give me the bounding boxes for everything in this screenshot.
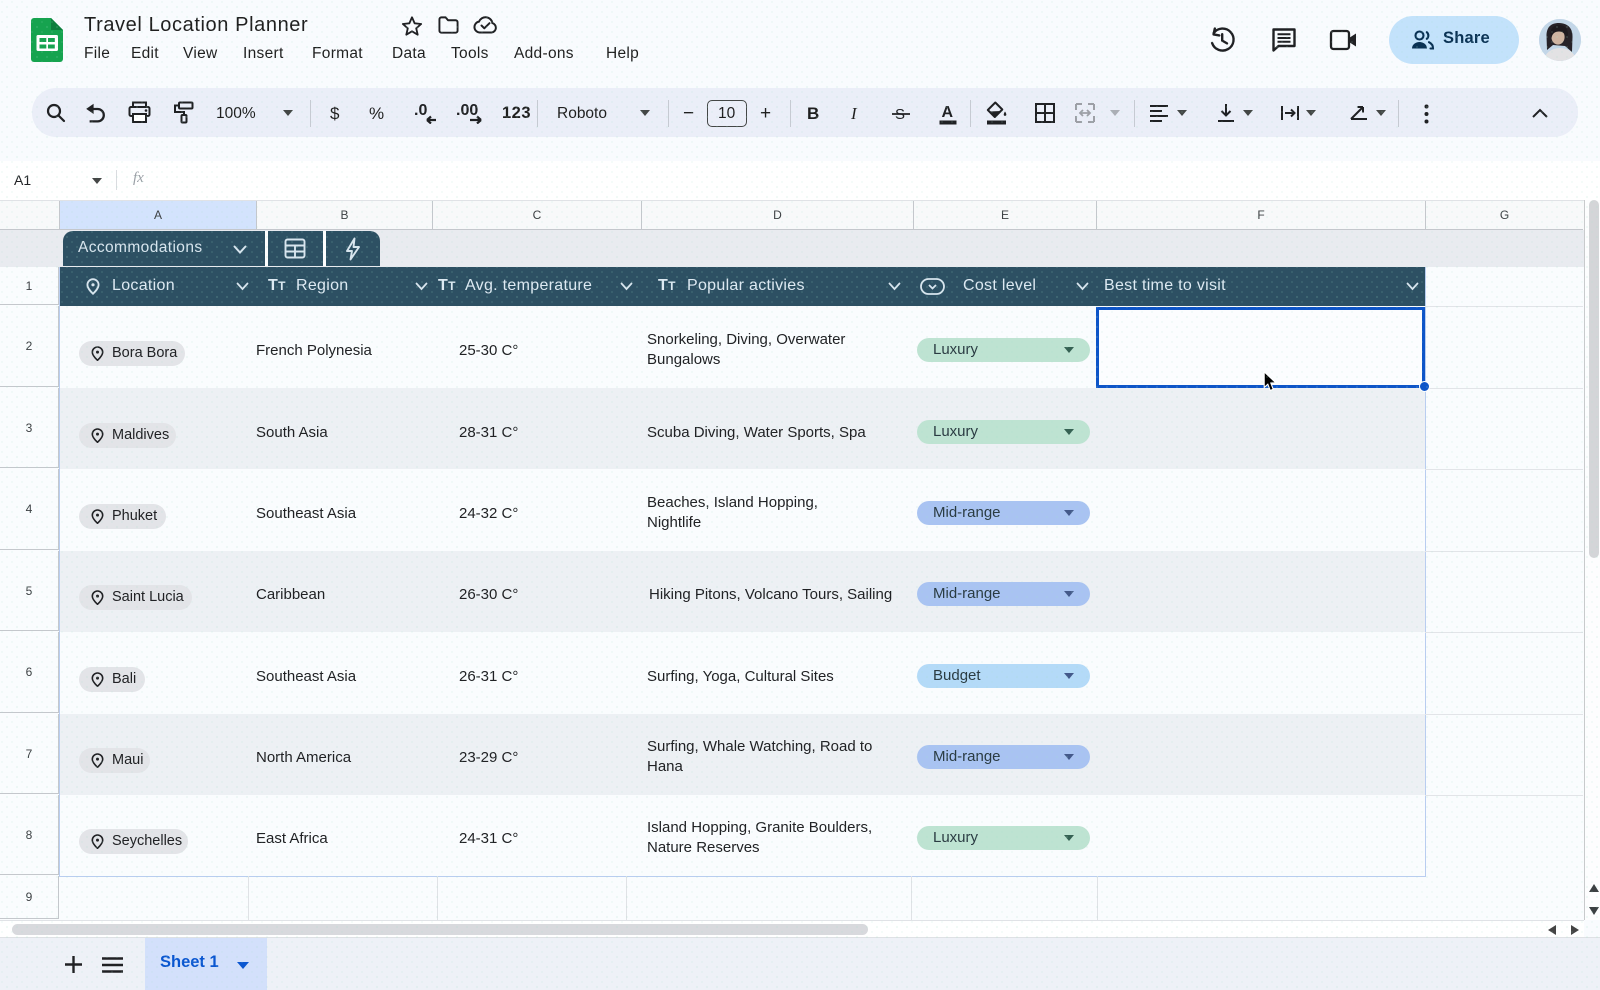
svg-text:.0: .0 <box>414 102 427 119</box>
svg-text:.00: .00 <box>456 102 478 119</box>
svg-text:A: A <box>942 104 954 121</box>
